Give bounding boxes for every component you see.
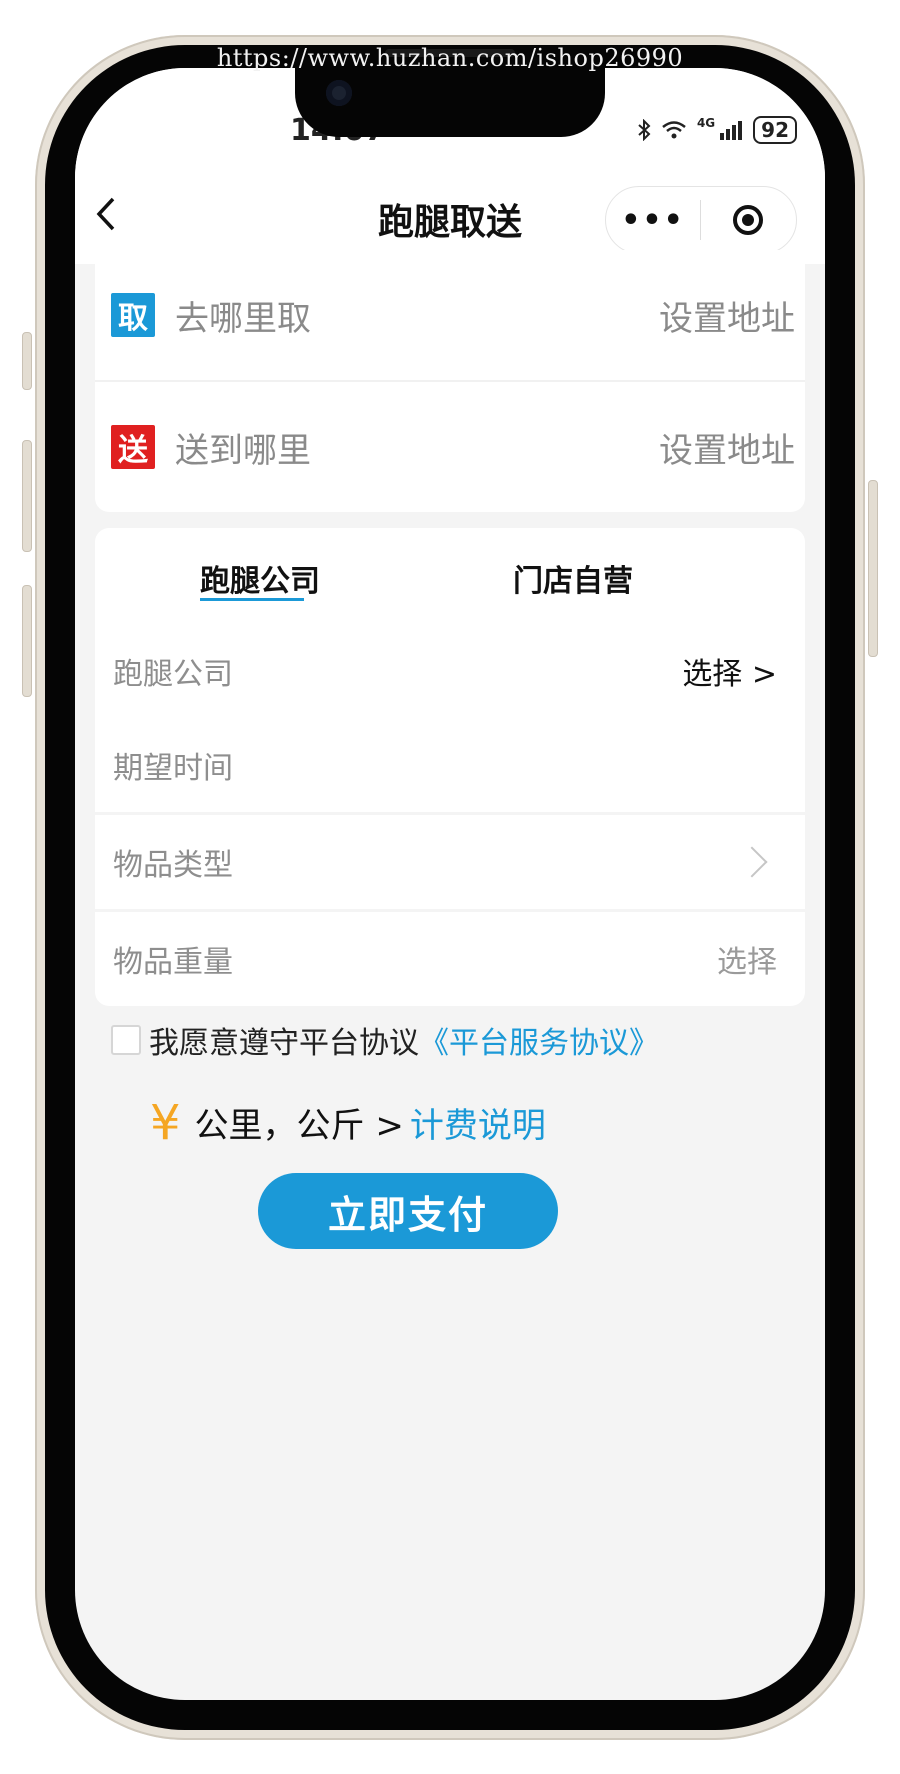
courier-company-label: 跑腿公司	[113, 657, 233, 692]
status-icons: 4G 92	[637, 116, 797, 144]
delivery-form-card: 跑腿公司 门店自营 跑腿公司 选择 > 期望时间 物品类型 物品重量 选择	[95, 528, 805, 1006]
agreement-row: 我愿意遵守平台协议 《平台服务协议》	[111, 1018, 659, 1062]
phone-screen: 14:07 4G 92 跑腿取送	[75, 68, 825, 1700]
volume-down-button	[22, 585, 32, 697]
pickup-badge: 取	[111, 293, 155, 337]
watermark-url: https://www.huzhan.com/ishop26990	[216, 44, 684, 72]
service-tabs: 跑腿公司 门店自营	[95, 528, 805, 624]
active-tab-indicator	[200, 598, 304, 601]
item-type-label: 物品类型	[113, 848, 233, 883]
target-icon	[733, 205, 763, 235]
bluetooth-icon	[638, 119, 651, 141]
pickup-set-address[interactable]: 设置地址	[659, 291, 795, 340]
front-camera	[326, 80, 352, 106]
fee-explanation-link[interactable]: 计费说明	[410, 1098, 546, 1147]
mute-switch	[22, 332, 32, 390]
more-menu-button[interactable]: •••	[606, 203, 700, 238]
close-mini-program-button[interactable]	[701, 205, 795, 235]
courier-company-row[interactable]: 跑腿公司 选择 >	[95, 624, 805, 718]
tab-courier-company[interactable]: 跑腿公司	[200, 556, 320, 600]
wifi-icon	[662, 121, 686, 139]
pickup-label: 去哪里取	[175, 298, 311, 339]
fee-units: 公里，公斤 >	[194, 1106, 404, 1146]
volume-up-button	[22, 440, 32, 552]
courier-company-select[interactable]: 选择 >	[682, 649, 777, 693]
expected-time-label: 期望时间	[113, 751, 233, 786]
item-weight-row[interactable]: 物品重量 选择	[95, 912, 805, 1006]
item-weight-select[interactable]: 选择	[717, 937, 777, 981]
agreement-text: 我愿意遵守平台协议	[149, 1026, 419, 1061]
mini-program-capsule: •••	[605, 186, 797, 254]
power-button	[868, 480, 878, 657]
network-label: 4G	[696, 116, 716, 130]
item-weight-label: 物品重量	[113, 945, 233, 980]
address-card: 取 去哪里取 设置地址 送 送到哪里 设置地址	[95, 250, 805, 512]
dropoff-set-address[interactable]: 设置地址	[659, 423, 795, 472]
currency-icon: ¥	[150, 1095, 181, 1151]
expected-time-row[interactable]: 期望时间	[95, 718, 805, 812]
chevron-right-icon	[736, 846, 768, 878]
pay-now-button[interactable]: 立即支付	[258, 1173, 558, 1249]
agreement-link[interactable]: 《平台服务协议》	[419, 1018, 659, 1062]
dropoff-badge: 送	[111, 425, 155, 469]
item-type-row[interactable]: 物品类型	[95, 815, 805, 909]
fee-summary: ¥ 公里，公斤 > 计费说明	[150, 1098, 546, 1147]
tab-store-self-operated[interactable]: 门店自营	[513, 556, 633, 600]
battery-indicator: 92	[753, 116, 797, 144]
signal-icon	[720, 121, 743, 140]
agreement-checkbox[interactable]	[111, 1025, 141, 1055]
dropoff-label: 送到哪里	[175, 430, 311, 471]
dropoff-address-row[interactable]: 送 送到哪里 设置地址	[95, 380, 805, 512]
pickup-address-row[interactable]: 取 去哪里取 设置地址	[95, 250, 805, 380]
